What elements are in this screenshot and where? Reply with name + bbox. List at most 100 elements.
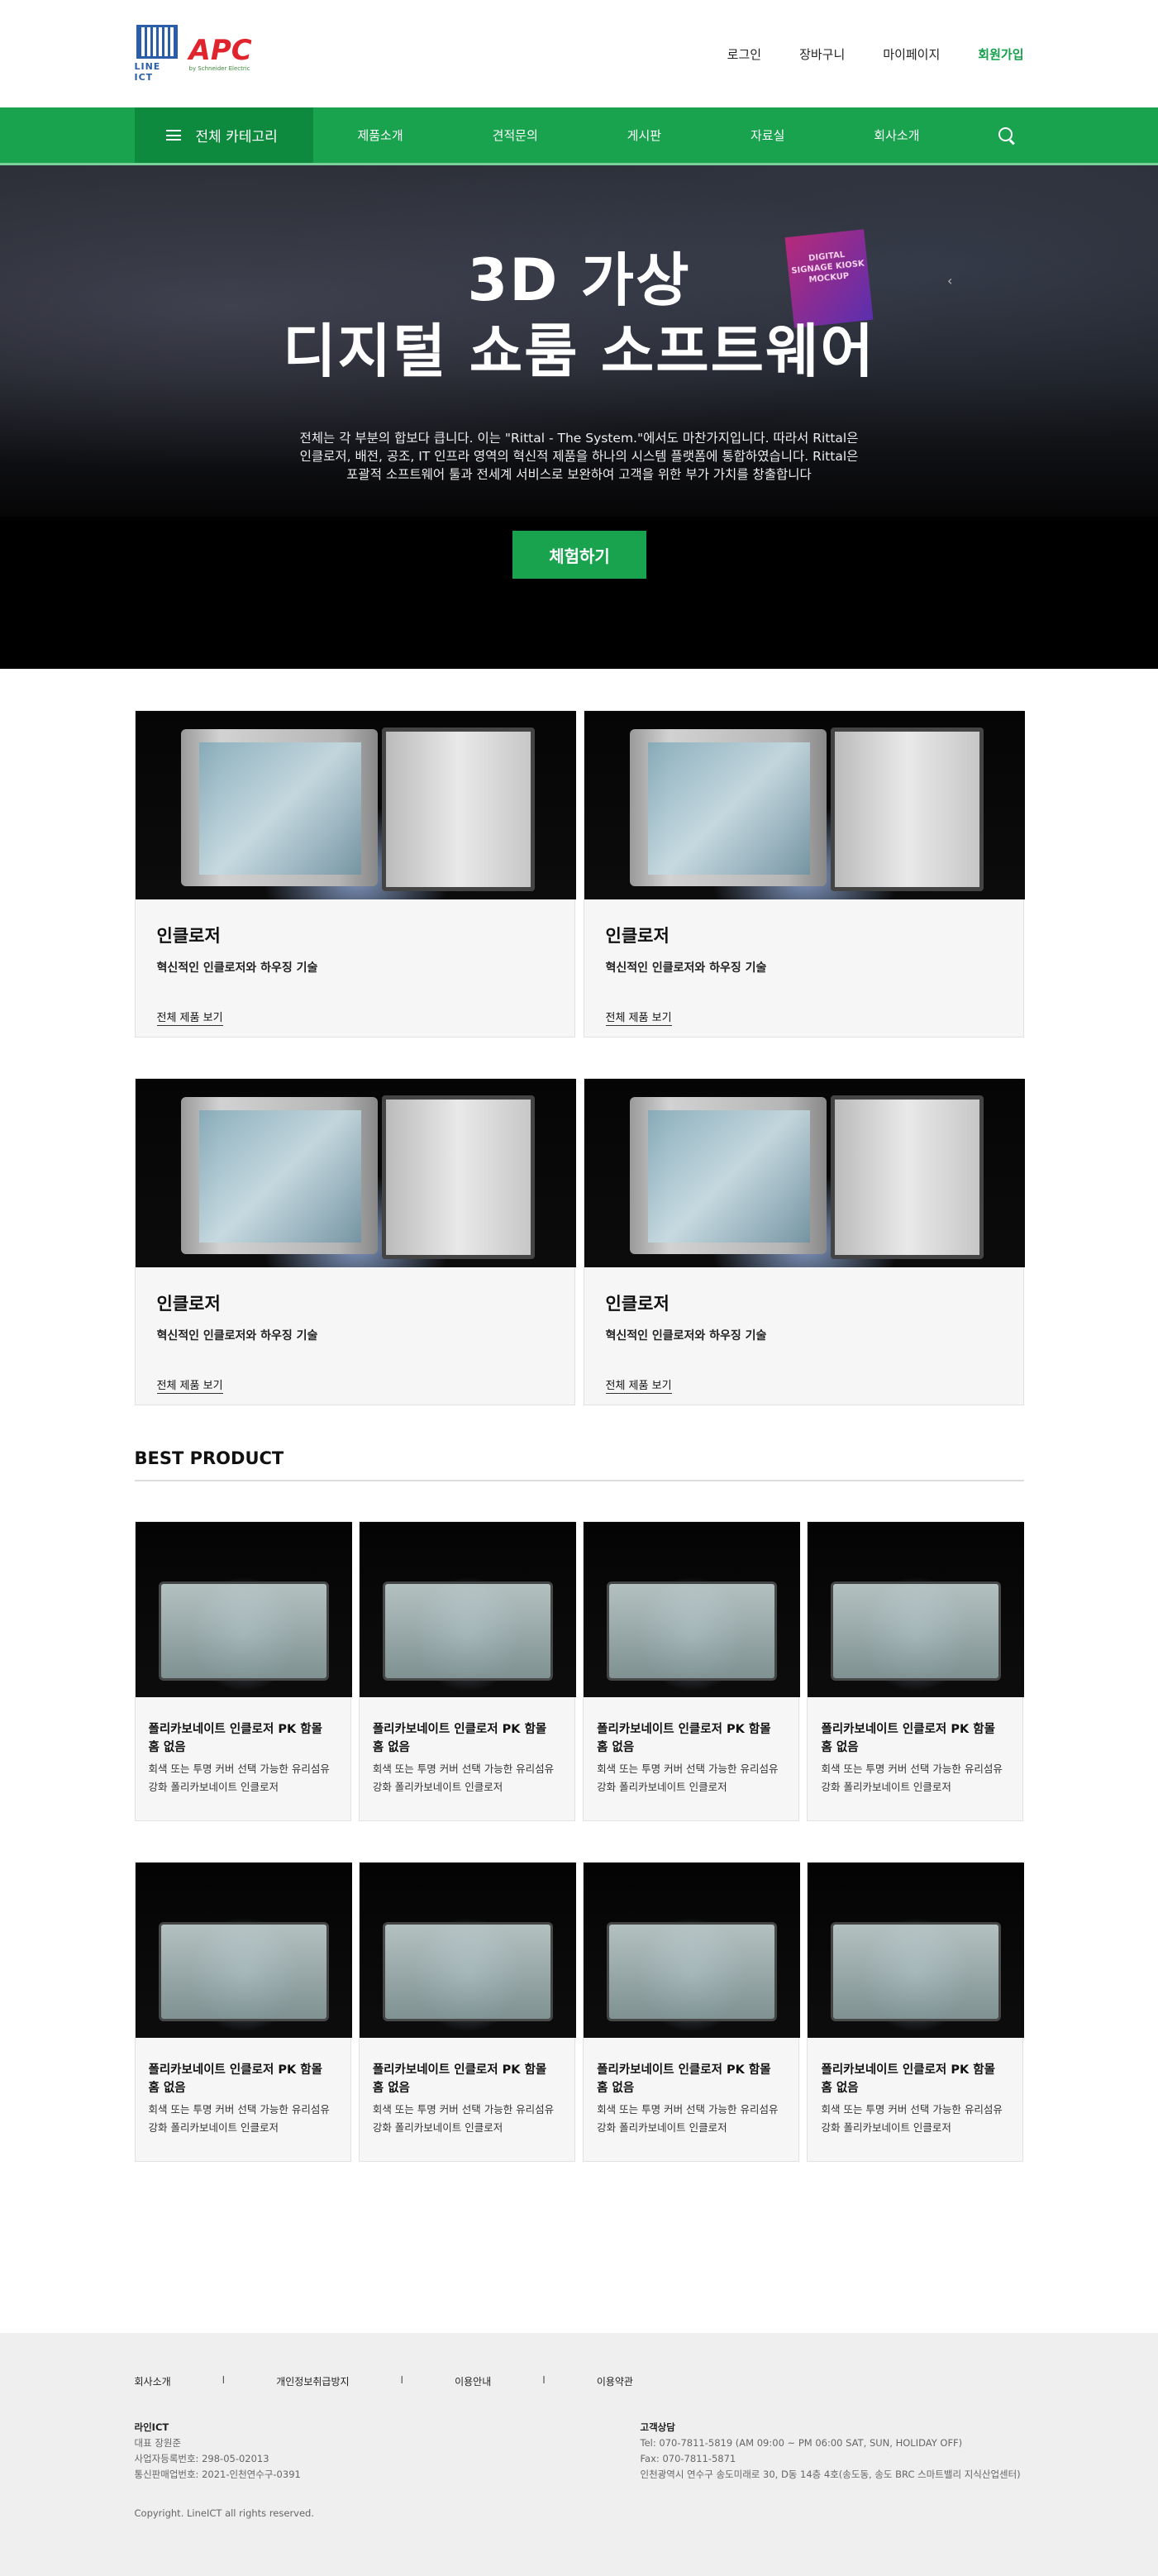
- product-image: [135, 1522, 352, 1697]
- footer-separator: I: [222, 2374, 226, 2386]
- cart-link[interactable]: 장바구니: [799, 45, 845, 63]
- login-link[interactable]: 로그인: [727, 45, 761, 63]
- footer-links: 회사소개 I 개인정보취급방지 I 이용안내 I 이용약관: [135, 2374, 1024, 2388]
- footer-link-terms[interactable]: 이용약관: [597, 2374, 633, 2388]
- product-image: [584, 1522, 801, 1697]
- product-box: [382, 1581, 553, 1681]
- category-subtitle: 혁신적인 인클로저와 하우징 기술: [156, 1329, 318, 1343]
- support-info: 고객상담 Tel: 070-7811-5819 (AM 09:00 ~ PM 0…: [641, 2420, 1021, 2483]
- enclosure-door: [830, 1095, 984, 1259]
- section-title: BEST PRODUCT: [134, 1448, 1024, 1481]
- apc-logo: APC by Schneider Electric: [189, 36, 252, 72]
- view-all-link[interactable]: 전체 제품 보기: [605, 1376, 672, 1394]
- footer-link-guide[interactable]: 이용안내: [455, 2374, 491, 2388]
- category-card[interactable]: 인클로저 혁신적인 인클로저와 하우징 기술 전체 제품 보기: [134, 710, 576, 1038]
- product-box: [607, 1581, 778, 1681]
- nav-item-library[interactable]: 자료실: [751, 126, 784, 144]
- category-subtitle: 혁신적인 인클로저와 하우징 기술: [605, 961, 767, 975]
- company-info: 라인ICT 대표 장원준 사업자등록번호: 298-05-02013 통신판매업…: [135, 2420, 641, 2483]
- product-card[interactable]: 폴리카보네이트 인클로저 PK 함몰 홈 없음 회색 또는 투명 커버 선택 가능…: [807, 1521, 1025, 1821]
- nav-items: 제품소개 견적문의 게시판 자료실 회사소개: [313, 126, 998, 144]
- product-name: 폴리카보네이트 인클로저 PK 함몰 홈 없음: [372, 1723, 547, 1754]
- product-box: [607, 1922, 778, 2021]
- product-name: 폴리카보네이트 인클로저 PK 함몰 홈 없음: [597, 1723, 771, 1754]
- enclosure-image: [135, 711, 576, 899]
- product-desc: 회색 또는 투명 커버 선택 가능한 유리섬유 강화 폴리카보네이트 인클로저: [597, 1763, 779, 1793]
- nav-item-products[interactable]: 제품소개: [357, 126, 403, 144]
- card-row: 인클로저 혁신적인 인클로저와 하우징 기술 전체 제품 보기 인클로저 혁신적…: [134, 1078, 1025, 1405]
- support-address: 인천광역시 연수구 송도미래로 30, D동 14층 4호(송도동, 송도 BR…: [640, 2469, 1021, 2480]
- all-category-button[interactable]: 전체 카테고리: [134, 107, 313, 163]
- mypage-link[interactable]: 마이페이지: [883, 45, 940, 63]
- nav-item-about[interactable]: 회사소개: [874, 126, 919, 144]
- product-desc: 회색 또는 투명 커버 선택 가능한 유리섬유 강화 폴리카보네이트 인클로저: [372, 1763, 555, 1793]
- support-tel: Tel: 070-7811-5819 (AM 09:00 ~ PM 06:00 …: [640, 2437, 963, 2449]
- hero-title-line2: 디지털 쇼룸 소프트웨어: [283, 317, 875, 385]
- product-card[interactable]: 폴리카보네이트 인클로저 PK 함몰 홈 없음 회색 또는 투명 커버 선택 가능…: [358, 1862, 576, 2162]
- product-box: [831, 1581, 1002, 1681]
- company-biz-no: 사업자등록번호: 298-05-02013: [134, 2453, 269, 2464]
- best-product-section: BEST PRODUCT 폴리카보네이트 인클로저 PK 함몰 홈 없음회색 또…: [134, 1448, 1025, 2162]
- category-subtitle: 혁신적인 인클로저와 하우징 기술: [605, 1329, 767, 1343]
- product-image: [359, 1863, 576, 2038]
- category-cards: 인클로저 혁신적인 인클로저와 하우징 기술 전체 제품 보기 인클로저 혁신적…: [134, 669, 1025, 1405]
- enclosure-body: [180, 1097, 378, 1254]
- support-fax: Fax: 070-7811-5871: [640, 2453, 736, 2464]
- product-image: [135, 1863, 352, 2038]
- view-all-link[interactable]: 전체 제품 보기: [156, 1376, 223, 1394]
- product-name: 폴리카보네이트 인클로저 PK 함몰 홈 없음: [148, 2063, 322, 2095]
- nav-item-board[interactable]: 게시판: [627, 126, 661, 144]
- product-card[interactable]: 폴리카보네이트 인클로저 PK 함몰 홈 없음 회색 또는 투명 커버 선택 가능…: [134, 1521, 352, 1821]
- signup-link[interactable]: 회원가입: [978, 45, 1023, 63]
- product-image: [808, 1522, 1025, 1697]
- site-header: LINE ICT APC by Schneider Electric 로그인 장…: [0, 0, 1158, 107]
- category-title: 인클로저: [605, 926, 670, 946]
- category-card[interactable]: 인클로저 혁신적인 인클로저와 하우징 기술 전체 제품 보기: [134, 1078, 576, 1405]
- footer-separator: I: [400, 2374, 404, 2386]
- product-card[interactable]: 폴리카보네이트 인클로저 PK 함몰 홈 없음회색 또는 투명 커버 선택 가능…: [807, 1862, 1025, 2162]
- product-row: 폴리카보네이트 인클로저 PK 함몰 홈 없음회색 또는 투명 커버 선택 가능…: [134, 1862, 1025, 2162]
- footer-link-privacy[interactable]: 개인정보취급방지: [276, 2374, 349, 2388]
- enclosure-image: [135, 1079, 576, 1267]
- top-links: 로그인 장바구니 마이페이지 회원가입: [727, 45, 1024, 63]
- product-desc: 회색 또는 투명 커버 선택 가능한 유리섬유 강화 폴리카보네이트 인클로저: [821, 1763, 1003, 1793]
- product-row: 폴리카보네이트 인클로저 PK 함몰 홈 없음회색 또는 투명 커버 선택 가능…: [134, 1521, 1025, 1821]
- category-card[interactable]: 인클로저 혁신적인 인클로저와 하우징 기술 전체 제품 보기: [583, 710, 1025, 1038]
- product-name: 폴리카보네이트 인클로저 PK 함몰 홈 없음: [821, 2063, 995, 2095]
- product-desc: 회색 또는 투명 커버 선택 가능한 유리섬유 강화 폴리카보네이트 인클로저: [821, 2103, 1003, 2134]
- product-desc: 회색 또는 투명 커버 선택 가능한 유리섬유 강화 폴리카보네이트 인클로저: [148, 2103, 330, 2134]
- site-footer: 회사소개 I 개인정보취급방지 I 이용안내 I 이용약관 라인ICT 대표 장…: [0, 2333, 1158, 2576]
- hero-desc-line3: 포괄적 소프트웨어 툴과 전세계 서비스로 보완하여 고객을 위한 부가 가치를…: [346, 467, 812, 482]
- enclosure-body: [629, 1097, 827, 1254]
- category-card[interactable]: 인클로저 혁신적인 인클로저와 하우징 기술 전체 제품 보기: [583, 1078, 1025, 1405]
- copyright: Copyright. LineICT all rights reserved.: [134, 2507, 315, 2519]
- search-icon[interactable]: [998, 126, 1016, 145]
- view-all-link[interactable]: 전체 제품 보기: [156, 1009, 223, 1026]
- footer-separator: I: [542, 2374, 546, 2386]
- enclosure-door: [381, 727, 535, 891]
- view-all-link[interactable]: 전체 제품 보기: [605, 1009, 672, 1026]
- footer-info: 라인ICT 대표 장원준 사업자등록번호: 298-05-02013 통신판매업…: [135, 2420, 1024, 2483]
- hamburger-icon: [165, 130, 181, 141]
- enclosure-body: [180, 729, 378, 886]
- logo[interactable]: LINE ICT APC by Schneider Electric: [135, 25, 252, 83]
- product-box: [158, 1922, 329, 2021]
- product-card[interactable]: 폴리카보네이트 인클로저 PK 함몰 홈 없음회색 또는 투명 커버 선택 가능…: [134, 1862, 352, 2162]
- product-box: [831, 1922, 1002, 2021]
- product-desc: 회색 또는 투명 커버 선택 가능한 유리섬유 강화 폴리카보네이트 인클로저: [597, 2103, 779, 2134]
- apc-logo-text: APC: [188, 34, 252, 67]
- enclosure-body: [629, 729, 827, 886]
- product-card[interactable]: 폴리카보네이트 인클로저 PK 함몰 홈 없음회색 또는 투명 커버 선택 가능…: [358, 1521, 576, 1821]
- product-card[interactable]: 폴리카보네이트 인클로저 PK 함몰 홈 없음회색 또는 투명 커버 선택 가능…: [583, 1521, 801, 1821]
- product-card[interactable]: 폴리카보네이트 인클로저 PK 함몰 홈 없음 회색 또는 투명 커버 선택 가능…: [583, 1862, 801, 2162]
- footer-link-about[interactable]: 회사소개: [135, 2374, 171, 2388]
- nav-item-quote[interactable]: 견적문의: [493, 126, 538, 144]
- product-image: [584, 1863, 801, 2038]
- main-nav: 전체 카테고리 제품소개 견적문의 게시판 자료실 회사소개: [0, 107, 1158, 165]
- company-name: 라인ICT: [134, 2421, 169, 2433]
- product-name: 폴리카보네이트 인클로저 PK 함몰 홈 없음: [372, 2063, 547, 2095]
- category-title: 인클로저: [156, 926, 221, 946]
- support-title: 고객상담: [640, 2421, 675, 2433]
- product-desc: 회색 또는 투명 커버 선택 가능한 유리섬유 강화 폴리카보네이트 인클로저: [148, 1763, 330, 1793]
- try-button[interactable]: 체험하기: [512, 531, 646, 579]
